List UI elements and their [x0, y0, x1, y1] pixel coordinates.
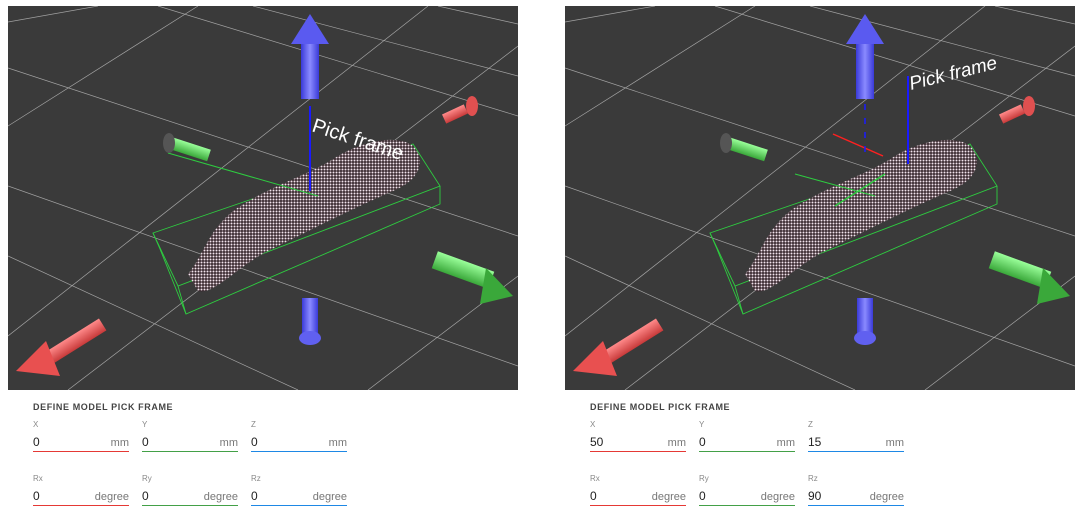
3d-viewport[interactable]: Pick frame	[8, 6, 518, 390]
y-field[interactable]: Y 0 mm	[142, 420, 238, 452]
rx-unit: degree	[651, 491, 686, 503]
pick-frame-panel-right: Pick frame DEFINE MODEL PICK FRAME X 50 m…	[557, 0, 1077, 519]
z-value[interactable]: 15	[808, 435, 821, 449]
y-axis-arrow-front	[431, 251, 513, 304]
rx-value[interactable]: 0	[590, 489, 597, 503]
rz-value[interactable]: 90	[808, 489, 821, 503]
y-value[interactable]: 0	[699, 435, 706, 449]
rz-label: Rz	[808, 474, 818, 483]
y-axis-arrow-front	[988, 251, 1070, 304]
rx-unit: degree	[94, 491, 129, 503]
ry-unit: degree	[760, 491, 795, 503]
rz-unit: degree	[312, 491, 347, 503]
y-axis-arrow-back	[163, 133, 211, 162]
3d-viewport[interactable]: Pick frame	[565, 6, 1075, 390]
y-field[interactable]: Y 0 mm	[699, 420, 795, 452]
form-title: DEFINE MODEL PICK FRAME	[590, 402, 731, 412]
x-label: X	[590, 420, 596, 429]
rx-label: Rx	[590, 474, 600, 483]
rx-label: Rx	[33, 474, 43, 483]
x-unit: mm	[667, 437, 686, 449]
z-axis-down-arrow	[854, 298, 876, 345]
x-axis-arrow-front	[573, 318, 664, 376]
x-unit: mm	[110, 437, 129, 449]
z-unit: mm	[885, 437, 904, 449]
ry-field[interactable]: Ry 0 degree	[142, 474, 238, 506]
rz-unit: degree	[869, 491, 904, 503]
ry-unit: degree	[203, 491, 238, 503]
ry-field[interactable]: Ry 0 degree	[699, 474, 795, 506]
z-field[interactable]: Z 0 mm	[251, 420, 347, 452]
y-unit: mm	[776, 437, 795, 449]
rx-value[interactable]: 0	[33, 489, 40, 503]
rx-field[interactable]: Rx 0 degree	[590, 474, 686, 506]
x-label: X	[33, 420, 39, 429]
z-field[interactable]: Z 15 mm	[808, 420, 904, 452]
ry-label: Ry	[699, 474, 709, 483]
rz-field[interactable]: Rz 90 degree	[808, 474, 904, 506]
z-unit: mm	[328, 437, 347, 449]
x-field[interactable]: X 50 mm	[590, 420, 686, 452]
point-cloud-object	[745, 139, 978, 292]
z-axis-up-arrow	[846, 14, 884, 99]
y-label: Y	[699, 420, 705, 429]
y-value[interactable]: 0	[142, 435, 149, 449]
pick-frame-panel-left: Pick frame DEFINE MODEL PICK FRAME X 0 mm…	[0, 0, 520, 519]
x-field[interactable]: X 0 mm	[33, 420, 129, 452]
z-axis-down-arrow	[299, 298, 321, 345]
z-label: Z	[251, 420, 256, 429]
rz-field[interactable]: Rz 0 degree	[251, 474, 347, 506]
x-value[interactable]: 50	[590, 435, 603, 449]
y-axis-arrow-back	[720, 133, 768, 162]
rz-label: Rz	[251, 474, 261, 483]
z-label: Z	[808, 420, 813, 429]
y-label: Y	[142, 420, 148, 429]
rx-field[interactable]: Rx 0 degree	[33, 474, 129, 506]
point-cloud-object	[188, 139, 421, 292]
z-value[interactable]: 0	[251, 435, 258, 449]
x-axis-arrow-front	[16, 318, 107, 376]
ry-label: Ry	[142, 474, 152, 483]
ry-value[interactable]: 0	[142, 489, 149, 503]
rz-value[interactable]: 0	[251, 489, 258, 503]
x-value[interactable]: 0	[33, 435, 40, 449]
form-title: DEFINE MODEL PICK FRAME	[33, 402, 174, 412]
ry-value[interactable]: 0	[699, 489, 706, 503]
y-unit: mm	[219, 437, 238, 449]
